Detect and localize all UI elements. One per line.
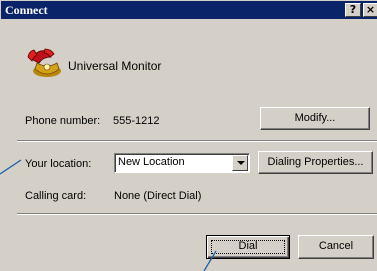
modify-button[interactable]: Modify... [260, 107, 370, 130]
modify-button-label: Modify... [294, 112, 336, 124]
phone-icon [27, 48, 61, 77]
connection-name: Universal Monitor [68, 59, 162, 73]
phone-number-label: Phone number: [25, 115, 101, 127]
cancel-button[interactable]: Cancel [298, 235, 374, 259]
help-button[interactable]: ? [345, 3, 361, 17]
location-select[interactable]: New Location [114, 153, 250, 173]
connect-dialog: Connect ? × Universal Monitor Phone numb… [0, 0, 377, 271]
title-bar[interactable]: Connect ? × [1, 1, 377, 19]
chevron-down-icon[interactable] [232, 155, 248, 171]
dialing-properties-label: Dialing Properties... [267, 156, 364, 168]
cancel-button-label: Cancel [318, 240, 354, 252]
calling-card-value: None (Direct Dial) [114, 190, 202, 202]
location-select-value: New Location [118, 156, 185, 168]
dial-button[interactable]: Dial [206, 235, 290, 259]
separator-top [17, 140, 377, 142]
phone-number-value: 555-1212 [113, 115, 160, 127]
location-label: Your location: [25, 158, 92, 170]
focus-indicator [211, 240, 285, 254]
close-button[interactable]: × [363, 3, 377, 17]
window-title: Connect [5, 3, 48, 17]
calling-card-label: Calling card: [25, 190, 87, 202]
dialing-properties-button[interactable]: Dialing Properties... [258, 151, 373, 174]
separator-bottom [17, 213, 377, 215]
